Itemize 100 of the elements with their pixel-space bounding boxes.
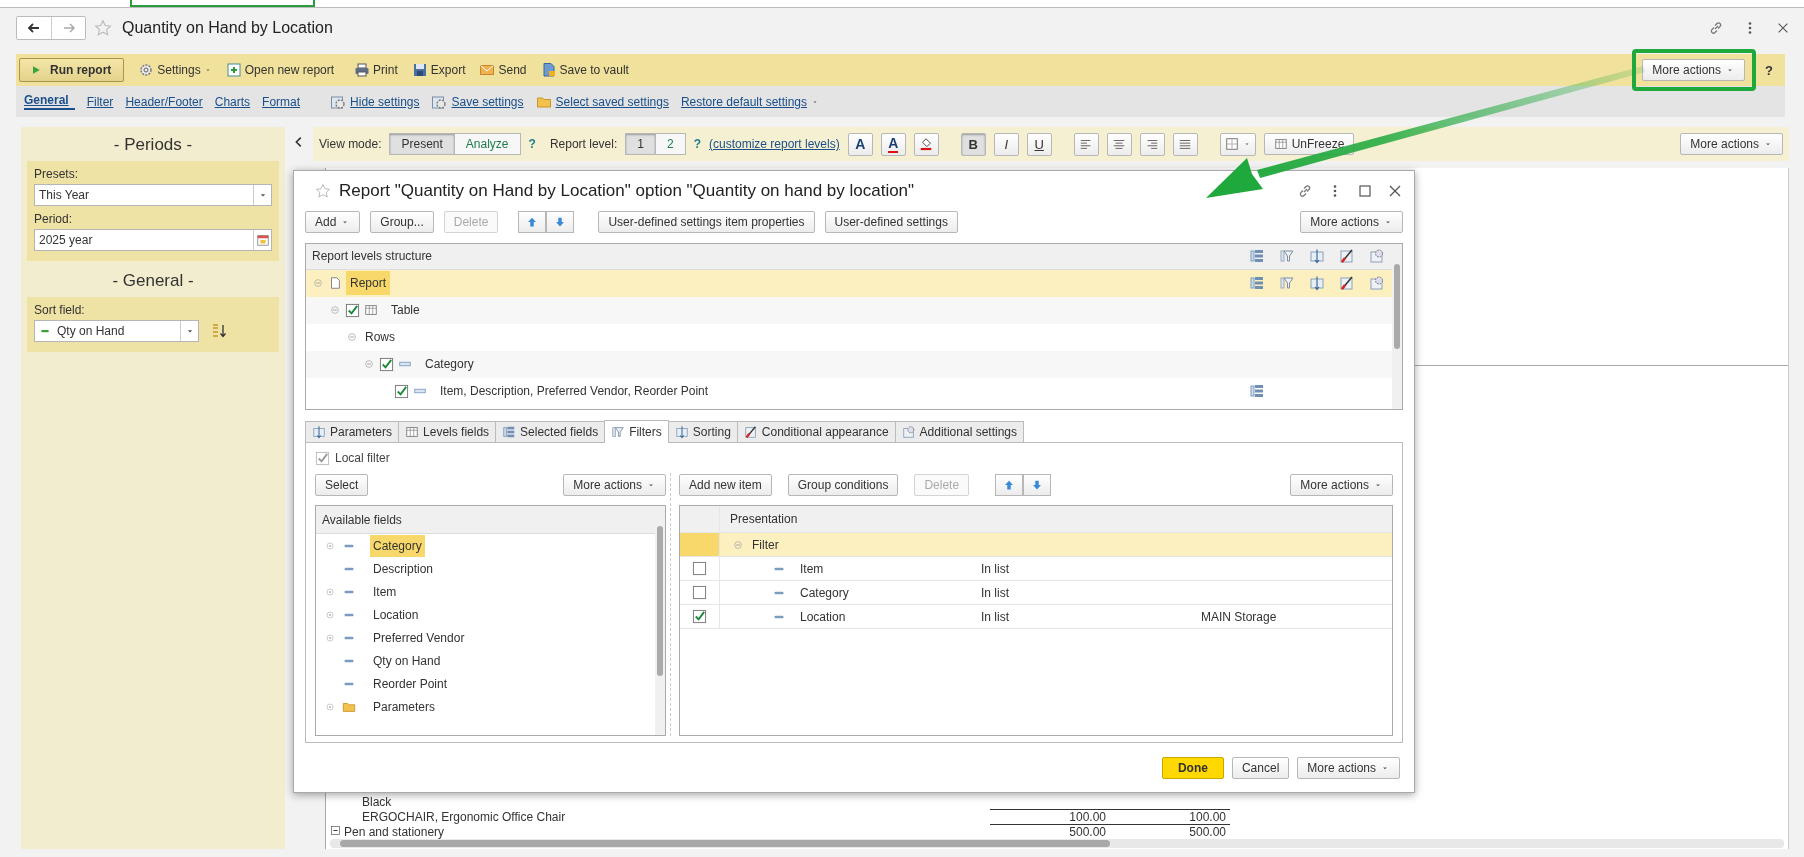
run-report-button[interactable]: Run report bbox=[19, 58, 125, 82]
align-button[interactable] bbox=[1139, 132, 1165, 156]
tree-row[interactable]: Rows bbox=[306, 327, 1242, 348]
list-item[interactable]: Reorder Point bbox=[370, 672, 451, 695]
settings-tab[interactable]: Header/Footer bbox=[125, 92, 203, 111]
level-button[interactable]: 1 bbox=[625, 133, 656, 155]
more-actions-button[interactable]: More actions bbox=[1642, 59, 1746, 81]
tab[interactable]: Sorting bbox=[667, 421, 738, 443]
text-color-button[interactable]: A bbox=[880, 132, 906, 156]
settings-tab[interactable]: Format bbox=[262, 92, 301, 111]
plus-icon[interactable] bbox=[225, 62, 242, 78]
style-button[interactable]: I bbox=[993, 132, 1019, 156]
maximize-icon[interactable] bbox=[1357, 182, 1373, 199]
close-icon[interactable] bbox=[1776, 21, 1790, 35]
select-button[interactable]: Select bbox=[315, 474, 369, 497]
filter-button[interactable]: Add new item bbox=[679, 474, 772, 497]
settings-button[interactable]: User-defined settings bbox=[824, 210, 958, 233]
settings-tab[interactable]: General bbox=[24, 93, 75, 110]
brush-icon[interactable] bbox=[1339, 248, 1355, 265]
filter-row[interactable]: Filter bbox=[680, 533, 1392, 558]
settings-tab[interactable]: Filter bbox=[86, 92, 114, 111]
more-actions-button[interactable]: More actions bbox=[563, 474, 666, 497]
sort-icon[interactable] bbox=[1309, 248, 1325, 265]
gear-icon[interactable] bbox=[138, 62, 155, 78]
tab[interactable]: Parameters bbox=[305, 421, 400, 443]
dialog-button[interactable]: Cancel bbox=[1231, 756, 1290, 779]
tab[interactable]: Filters bbox=[604, 420, 669, 444]
help-link[interactable]: ? bbox=[528, 137, 536, 151]
style-button[interactable]: B bbox=[960, 132, 986, 156]
tab[interactable]: Conditional appearance bbox=[736, 421, 896, 443]
gear-icon[interactable] bbox=[1369, 275, 1385, 292]
view-mode-button[interactable]: Present bbox=[389, 133, 455, 155]
gear-icon[interactable] bbox=[330, 93, 347, 110]
help-link[interactable]: ? bbox=[1765, 62, 1773, 78]
link-icon[interactable] bbox=[1297, 182, 1313, 199]
stack-icon[interactable] bbox=[1249, 248, 1265, 265]
browser-tab[interactable] bbox=[130, 0, 315, 7]
checkbox[interactable] bbox=[315, 450, 330, 466]
vertical-scrollbar[interactable] bbox=[655, 506, 665, 736]
checkbox[interactable] bbox=[379, 356, 394, 372]
dialog-button[interactable]: Group... bbox=[370, 210, 434, 233]
stack-icon[interactable] bbox=[1249, 275, 1265, 292]
view-mode-button[interactable]: Analyze bbox=[454, 133, 521, 155]
checkbox[interactable] bbox=[692, 561, 707, 577]
style-button[interactable]: U bbox=[1026, 132, 1052, 156]
brush-icon[interactable] bbox=[1339, 275, 1355, 292]
align-button[interactable] bbox=[1172, 132, 1198, 156]
stack-icon[interactable] bbox=[1249, 383, 1265, 400]
list-item[interactable]: Preferred Vendor bbox=[370, 626, 468, 649]
more-actions-button[interactable]: More actions bbox=[1300, 210, 1403, 233]
more-actions-button[interactable]: More actions bbox=[1680, 133, 1783, 155]
toolbar-button[interactable]: Export bbox=[430, 63, 466, 77]
unfreeze-button[interactable]: UnFreeze bbox=[1263, 133, 1355, 155]
more-actions-button[interactable]: More actions bbox=[1290, 474, 1393, 497]
envelope-icon[interactable] bbox=[479, 62, 496, 78]
borders-button[interactable] bbox=[1219, 132, 1256, 156]
move-down-button[interactable] bbox=[546, 210, 575, 233]
checkbox[interactable] bbox=[394, 383, 409, 399]
link-icon[interactable] bbox=[1708, 20, 1724, 36]
move-up-button[interactable] bbox=[518, 210, 547, 233]
move-up-button[interactable] bbox=[995, 474, 1024, 497]
funnel-icon[interactable] bbox=[1279, 275, 1295, 292]
funnel-icon[interactable] bbox=[1279, 248, 1295, 265]
settings-link[interactable]: Restore default settings bbox=[680, 94, 819, 109]
toolbar-button[interactable]: Send bbox=[498, 63, 527, 77]
printer-icon[interactable] bbox=[354, 62, 371, 78]
filter-row[interactable]: Item In list bbox=[680, 557, 1392, 582]
list-item[interactable]: Category bbox=[370, 534, 425, 557]
settings-link[interactable]: Save settings bbox=[451, 94, 524, 109]
gear-icon[interactable] bbox=[1369, 248, 1385, 265]
font-button[interactable]: A bbox=[847, 132, 873, 156]
tab[interactable]: Levels fields bbox=[398, 421, 497, 443]
date-field[interactable]: 2025 year bbox=[34, 229, 272, 251]
list-item[interactable]: Item bbox=[370, 580, 400, 603]
document-lock-icon[interactable] bbox=[540, 62, 557, 78]
toolbar-button[interactable]: Save to vault bbox=[559, 63, 629, 77]
list-item[interactable]: Location bbox=[370, 603, 422, 626]
settings-link[interactable]: Select saved settings bbox=[555, 94, 669, 109]
settings-link[interactable]: Hide settings bbox=[350, 94, 420, 109]
dropdown-field[interactable]: This Year bbox=[34, 184, 272, 206]
checkbox[interactable] bbox=[345, 302, 360, 318]
gear-icon[interactable] bbox=[431, 93, 448, 110]
sort-icon[interactable] bbox=[1309, 275, 1325, 292]
list-item[interactable]: Parameters bbox=[370, 695, 439, 718]
settings-button[interactable]: User-defined settings item properties bbox=[598, 210, 815, 233]
customize-link[interactable]: (customize report levels) bbox=[709, 137, 840, 151]
checkbox[interactable] bbox=[692, 609, 707, 625]
done-button[interactable]: Done bbox=[1161, 756, 1224, 779]
filter-button[interactable]: Group conditions bbox=[787, 474, 899, 497]
checkbox[interactable] bbox=[692, 585, 707, 601]
align-button[interactable] bbox=[1106, 132, 1132, 156]
star-icon[interactable] bbox=[94, 19, 112, 37]
move-down-button[interactable] bbox=[1023, 474, 1052, 497]
help-link[interactable]: ? bbox=[693, 137, 701, 151]
dropdown-field[interactable]: Qty on Hand bbox=[34, 320, 199, 342]
sort-icon[interactable] bbox=[211, 322, 227, 340]
tree-row[interactable]: Item, Description, Preferred Vendor, Reorder Point bbox=[306, 381, 1242, 402]
toolbar-button[interactable]: Settings bbox=[157, 63, 212, 77]
horizontal-scrollbar[interactable] bbox=[330, 839, 1784, 848]
vertical-scrollbar[interactable] bbox=[1392, 243, 1402, 410]
